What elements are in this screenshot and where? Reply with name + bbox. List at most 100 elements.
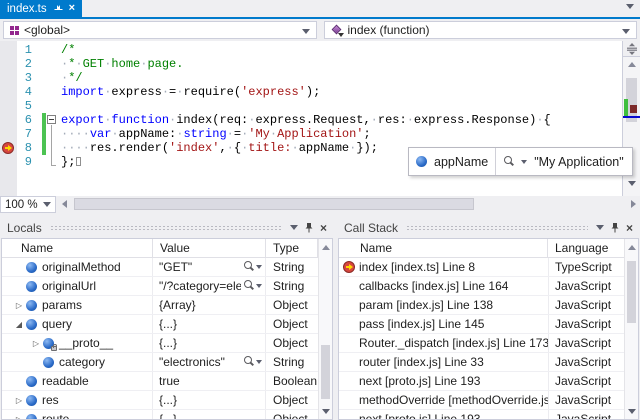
magnifier-icon[interactable] xyxy=(243,261,254,272)
column-header-value[interactable]: Value xyxy=(153,239,266,257)
table-row[interactable]: ◢query{...}Object xyxy=(2,315,318,334)
split-window-handle[interactable] xyxy=(623,41,640,57)
table-row[interactable]: next [proto.js] Line 193 JavaScript xyxy=(339,410,624,419)
magnifier-icon[interactable] xyxy=(243,280,254,291)
table-row[interactable]: readabletrueBoolean xyxy=(2,372,318,391)
magnifier-dropdown-icon[interactable] xyxy=(256,284,262,288)
frame-name: next [proto.js] Line 193 xyxy=(359,412,480,419)
datatip-variable-name: appName xyxy=(434,155,488,169)
column-header-type[interactable]: Type xyxy=(266,239,318,257)
code-line[interactable]: 1/* xyxy=(0,43,622,57)
column-header-language[interactable]: Language xyxy=(548,239,624,257)
editor-horizontal-scrollbar[interactable] xyxy=(60,196,640,213)
frame-cell: router [index.js] Line 33 xyxy=(339,353,548,371)
name-cell: originalUrl xyxy=(2,277,153,295)
frame-name: callbacks [index.js] Line 164 xyxy=(359,279,508,293)
magnifier-icon[interactable] xyxy=(503,156,514,167)
expander-icon[interactable]: ▷ xyxy=(12,296,26,314)
expander-icon[interactable]: ▷ xyxy=(12,410,26,419)
code-line[interactable]: 7····var·appName:·string·=·'My·Applicati… xyxy=(0,127,622,141)
magnifier-dropdown-icon[interactable] xyxy=(256,265,262,269)
scroll-down-arrow[interactable] xyxy=(322,409,330,414)
tab-title: index.ts xyxy=(7,3,47,15)
frame-language: JavaScript xyxy=(555,317,611,331)
language-cell: JavaScript xyxy=(548,334,624,352)
field-icon xyxy=(26,414,37,420)
window-position-icon[interactable] xyxy=(596,225,604,230)
variable-type: Object xyxy=(273,317,308,331)
table-row[interactable]: router [index.js] Line 33JavaScript xyxy=(339,353,624,372)
member-dropdown-label: index (function) xyxy=(348,23,430,37)
table-row[interactable]: param [index.js] Line 138JavaScript xyxy=(339,296,624,315)
tab-list-dropdown-icon[interactable] xyxy=(626,4,634,9)
expander-icon[interactable]: ◢ xyxy=(12,315,26,333)
table-row[interactable]: ▷route{...}Object xyxy=(2,410,318,419)
column-header-name[interactable]: Name xyxy=(339,239,548,257)
variable-name: category xyxy=(59,355,105,369)
scrollbar-thumb[interactable] xyxy=(74,198,474,210)
scroll-right-arrow[interactable] xyxy=(631,200,636,208)
locals-titlebar[interactable]: Locals × xyxy=(1,217,333,238)
table-row[interactable]: ▷params{Array}Object xyxy=(2,296,318,315)
scroll-down-arrow[interactable] xyxy=(628,409,636,414)
scroll-down-arrow[interactable] xyxy=(628,181,636,186)
table-row[interactable]: pass [index.js] Line 145JavaScript xyxy=(339,315,624,334)
variable-value: {...} xyxy=(159,393,177,407)
table-row[interactable]: ▷res{...}Object xyxy=(2,391,318,410)
column-header-name[interactable]: Name xyxy=(2,239,153,257)
table-row[interactable]: callbacks [index.js] Line 164 JavaScript xyxy=(339,277,624,296)
table-row[interactable]: originalMethod"GET"String xyxy=(2,258,318,277)
zoom-dropdown[interactable]: 100 % xyxy=(0,196,56,213)
table-row[interactable]: originalUrl"/?category=eleString xyxy=(2,277,318,296)
titlebar-grip xyxy=(50,225,282,230)
magnifier-dropdown-icon[interactable] xyxy=(256,360,262,364)
eof-marker-icon xyxy=(76,157,81,166)
frame-name: router [index.js] Line 33 xyxy=(359,355,484,369)
close-icon[interactable]: × xyxy=(626,222,633,234)
code-text: ·*/ xyxy=(37,71,83,85)
code-line[interactable]: 5 xyxy=(0,99,622,113)
value-cell: "/?category=ele xyxy=(153,277,266,295)
expander-icon[interactable]: ▷ xyxy=(29,334,43,352)
frame-language: JavaScript xyxy=(555,412,611,419)
scroll-up-arrow[interactable] xyxy=(628,62,636,67)
locals-header[interactable]: Name Value Type xyxy=(2,239,318,258)
scroll-left-arrow[interactable] xyxy=(62,200,67,208)
table-row[interactable]: category"electronics"String xyxy=(2,353,318,372)
pin-icon[interactable] xyxy=(610,222,620,233)
member-dropdown[interactable]: index (function) xyxy=(324,21,638,39)
pin-icon[interactable] xyxy=(53,4,63,14)
table-row[interactable]: Router._dispatch [index.js] Line 173Java… xyxy=(339,334,624,353)
callstack-header[interactable]: Name Language xyxy=(339,239,624,258)
scope-dropdown[interactable]: <global> xyxy=(3,21,317,39)
locals-scrollbar[interactable] xyxy=(318,239,332,419)
variable-name: readable xyxy=(42,374,89,388)
close-icon[interactable]: × xyxy=(69,3,75,14)
magnifier-icon[interactable] xyxy=(243,356,254,367)
callstack-scrollbar[interactable] xyxy=(624,239,638,419)
code-line[interactable]: 3·*/ xyxy=(0,71,622,85)
language-cell: JavaScript xyxy=(548,277,624,295)
locals-panel: Locals × Name Value Type originalMethod"… xyxy=(1,217,333,420)
code-line[interactable]: 2·*·GET·home·page. xyxy=(0,57,622,71)
pin-icon[interactable] xyxy=(304,222,314,233)
debugger-datatip[interactable]: appName "My Application" xyxy=(408,147,633,176)
table-row[interactable]: next [proto.js] Line 193JavaScript xyxy=(339,372,624,391)
window-position-icon[interactable] xyxy=(290,225,298,230)
table-row[interactable]: ▷__proto__{...}Object xyxy=(2,334,318,353)
code-line[interactable]: 6export·function·index(req:·express.Requ… xyxy=(0,113,622,127)
tab-index-ts[interactable]: index.ts × xyxy=(0,0,82,17)
table-row[interactable]: index [index.ts] Line 8TypeScript xyxy=(339,258,624,277)
scroll-up-arrow[interactable] xyxy=(322,245,330,250)
close-icon[interactable]: × xyxy=(320,222,327,234)
scrollbar-thumb[interactable] xyxy=(627,261,636,323)
code-line[interactable]: 4import·express·=·require('express'); xyxy=(0,85,622,99)
magnifier-dropdown-icon[interactable] xyxy=(521,160,527,164)
scrollbar-thumb[interactable] xyxy=(321,345,330,399)
table-row[interactable]: methodOverride [methodOverride.jsJavaScr… xyxy=(339,391,624,410)
scroll-up-arrow[interactable] xyxy=(628,245,636,250)
scrollbar-change-mark xyxy=(624,99,628,117)
callstack-titlebar[interactable]: Call Stack × xyxy=(338,217,639,238)
variable-name: __proto__ xyxy=(59,336,113,350)
expander-icon[interactable]: ▷ xyxy=(12,391,26,409)
